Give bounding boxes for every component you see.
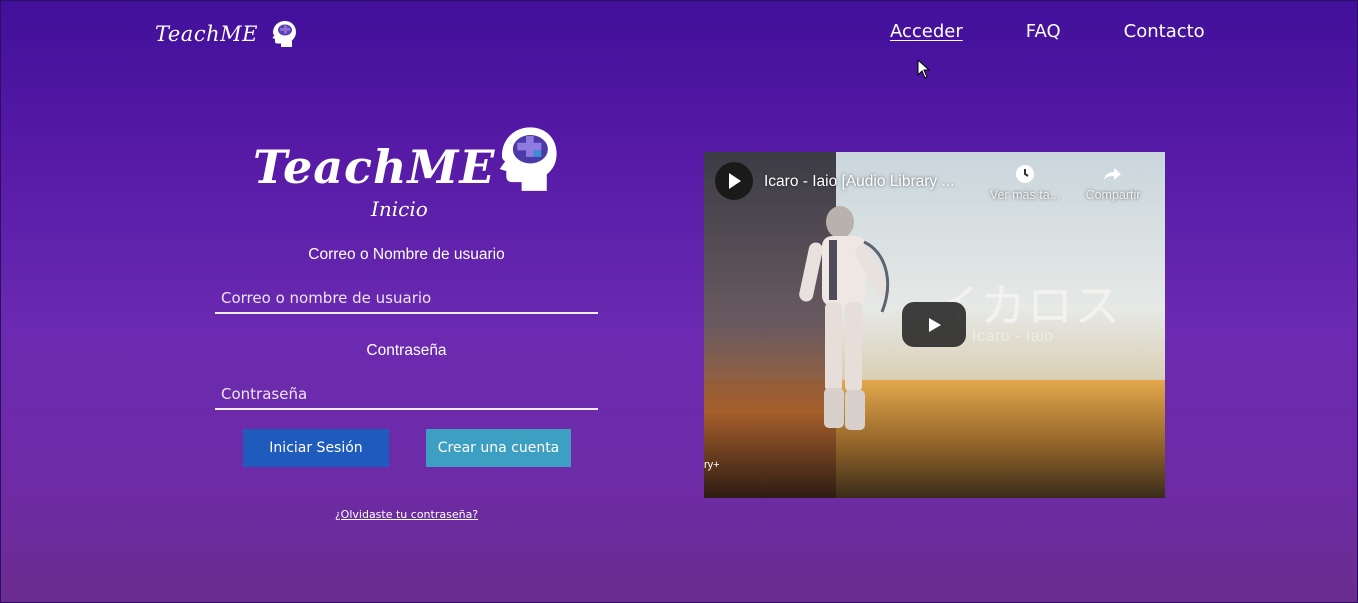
user-label: Correo o Nombre de usuario	[308, 246, 505, 263]
mouse-cursor-icon	[917, 59, 931, 79]
video-title[interactable]: Icaro - Iaio [Audio Library ...	[764, 173, 954, 191]
login-button[interactable]: Iniciar Sesión	[243, 429, 389, 467]
play-button[interactable]	[902, 302, 966, 347]
video-watermark: ry+	[704, 459, 720, 471]
logo-title: TeachME	[253, 140, 496, 194]
play-logo-icon	[729, 173, 741, 189]
header-logo[interactable]: TeachME	[155, 18, 298, 50]
password-label: Contraseña	[366, 342, 447, 359]
play-icon	[929, 317, 941, 332]
watch-later-label: Ver más ta...	[989, 188, 1061, 202]
logo-subtitle: Inicio	[371, 197, 428, 221]
video-player[interactable]: Icaro - Iaio [Audio Library ... Ver más …	[704, 152, 1165, 498]
teachme-logo: TeachME Inicio	[253, 122, 563, 222]
share-arrow-icon	[1104, 168, 1121, 180]
share-button[interactable]: Compartir	[1080, 164, 1146, 202]
nav-faq[interactable]: FAQ	[1026, 21, 1061, 42]
nav-acceder[interactable]: Acceder	[890, 21, 963, 42]
password-input[interactable]	[215, 380, 598, 410]
clock-icon	[1016, 165, 1034, 183]
video-overlay-subtitle: Icaro - Iaio	[972, 328, 1054, 345]
user-input[interactable]	[215, 284, 598, 314]
channel-avatar[interactable]	[715, 162, 753, 200]
brain-puzzle-icon	[499, 127, 557, 191]
brand-text: TeachME	[155, 22, 258, 46]
forgot-password-link[interactable]: ¿Olvidaste tu contraseña?	[215, 508, 598, 521]
brain-head-icon	[272, 21, 296, 47]
watch-later-button[interactable]: Ver más ta...	[987, 164, 1063, 202]
create-account-button[interactable]: Crear una cuenta	[426, 429, 571, 467]
nav-contacto[interactable]: Contacto	[1124, 21, 1205, 42]
share-label: Compartir	[1085, 188, 1141, 202]
top-nav: Acceder FAQ Contacto	[890, 21, 1205, 42]
